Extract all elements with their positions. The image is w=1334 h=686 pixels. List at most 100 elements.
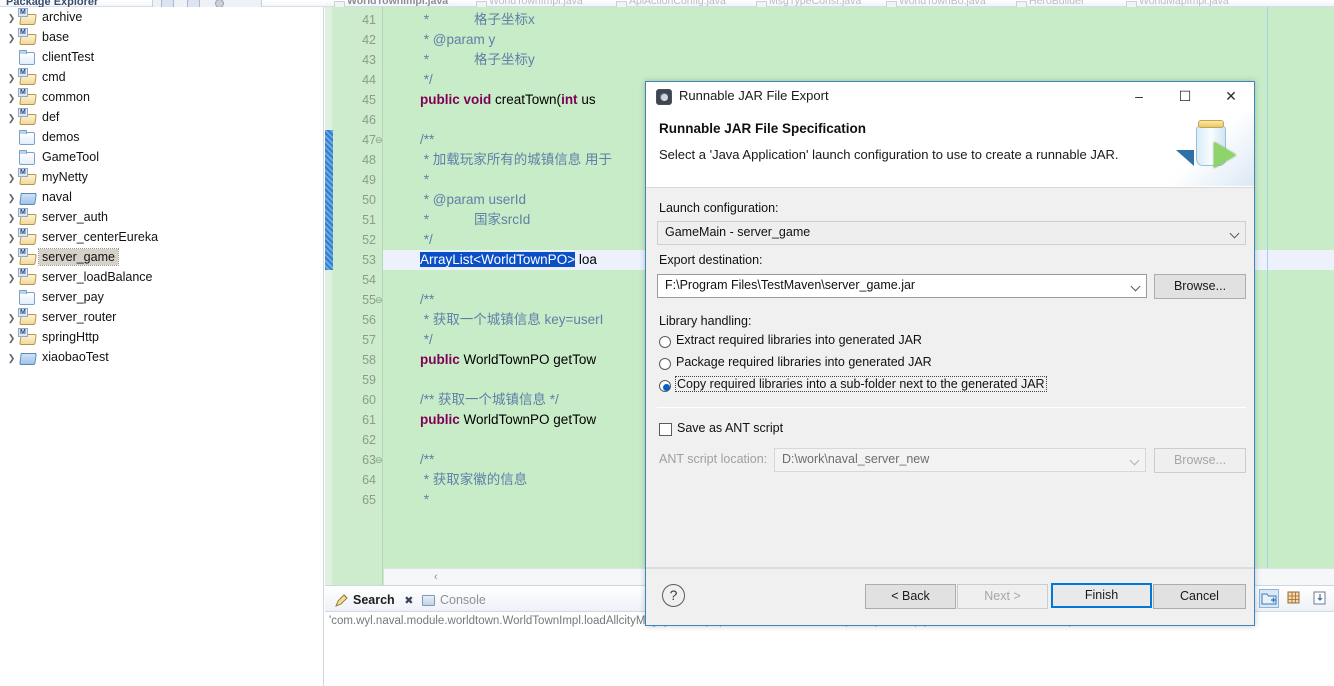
expand-arrow-icon[interactable]: ❯ [6,88,17,108]
banner-jar-lid [1198,120,1224,128]
package-explorer-tab-label[interactable]: Package Explorer [6,0,98,7]
editor-tab-0[interactable]: WorldTownImpl.java [333,0,448,7]
explorer-toolbar [152,0,262,7]
view-menu-icon[interactable] [215,0,224,7]
package-explorer-tree[interactable]: ❯ archive ❯ base clientTest ❯ cmd ❯ common ❯ def de… [0,7,324,686]
expand-arrow-icon[interactable]: ❯ [6,228,17,248]
tree-item-label: clientTest [42,50,95,64]
runnable-jar-export-dialog: Runnable JAR File Export – ☐ ✕ Runnable … [645,81,1255,626]
expand-arrow-icon[interactable]: ❯ [6,168,17,188]
tree-item-base[interactable]: ❯ base [0,27,323,47]
jar-export-icon [656,89,672,105]
tree-item-gametool[interactable]: GameTool [0,147,323,167]
back-button[interactable]: < Back [865,584,956,609]
tree-item-server-game[interactable]: ❯ server_game [0,247,323,267]
maven-project-icon [18,8,35,24]
dialog-titlebar[interactable]: Runnable JAR File Export – ☐ ✕ [646,82,1254,112]
editor-tab-6[interactable]: WorldMapImpl.java [1125,0,1229,7]
line-number: 42 [362,33,376,47]
tree-item-archive[interactable]: ❯ archive [0,7,323,27]
expand-arrow-icon[interactable]: ❯ [6,308,17,328]
line-number: 62 [362,433,376,447]
close-button[interactable]: ✕ [1208,82,1254,111]
tree-item-xiaobaotest[interactable]: ❯ xiaobaoTest [0,347,323,367]
line-number: 55 [362,293,376,307]
tree-item-label: server_auth [42,210,109,224]
tree-item-server-router[interactable]: ❯ server_router [0,307,323,327]
tree-item-server-pay[interactable]: server_pay [0,287,323,307]
ant-script-location-combo: D:\work\naval_server_new [774,448,1146,472]
editor-tab-1[interactable]: WorldTownImpl.java [475,0,583,7]
history-icon[interactable] [1310,589,1330,608]
ant-script-location-value: D:\work\naval_server_new [782,452,930,466]
folder-icon [18,50,35,65]
launch-configuration-value: GameMain - server_game [665,225,811,239]
pin-grid-icon[interactable] [1285,589,1305,608]
tree-item-label: base [42,30,70,44]
line-number: 58 [362,353,376,367]
expand-arrow-icon[interactable]: ❯ [6,248,17,268]
expand-arrow-icon[interactable]: ❯ [6,208,17,228]
fold-toggle-icon[interactable]: ⊖ [375,290,383,310]
chevron-down-icon [1229,228,1240,239]
collapse-all-icon[interactable] [161,0,174,7]
expand-arrow-icon[interactable]: ❯ [6,68,17,88]
dialog-heading: Runnable JAR File Specification [659,121,867,136]
tree-item-label: myNetty [42,170,88,184]
tree-item-springhttp[interactable]: ❯ springHttp [0,327,323,347]
tree-item-naval[interactable]: ❯ naval [0,187,323,207]
tab-console[interactable]: Console [420,590,486,610]
tab-search-close-icon[interactable]: ✖ [404,595,413,607]
fold-toggle-icon[interactable]: ⊖ [375,130,383,150]
editor-tab-5[interactable]: HeroBuilder [1015,0,1084,7]
tree-item-def[interactable]: ❯ def [0,107,323,127]
expand-arrow-icon[interactable]: ❯ [6,8,17,28]
tree-item-common[interactable]: ❯ common [0,87,323,107]
maven-project-icon [18,308,35,324]
tree-item-server-auth[interactable]: ❯ server_auth [0,207,323,227]
code-line-41: * 格子坐标x [390,12,535,27]
editor-tab-2[interactable]: ApiActionConfig.java [615,0,726,7]
line-number: 44 [362,73,376,87]
help-icon[interactable]: ? [662,584,685,607]
expand-arrow-icon[interactable]: ❯ [6,348,17,368]
tree-item-clienttest[interactable]: clientTest [0,47,323,67]
tree-item-server-centereureka[interactable]: ❯ server_centerEureka [0,227,323,247]
launch-configuration-combo[interactable]: GameMain - server_game [657,221,1246,245]
tab-search[interactable]: Search ✖ [333,590,413,610]
link-with-editor-icon[interactable] [187,0,200,7]
minimize-button[interactable]: – [1116,82,1162,111]
tree-item-server-loadbalance[interactable]: ❯ server_loadBalance [0,267,323,287]
maximize-button[interactable]: ☐ [1162,82,1208,111]
tree-item-demos[interactable]: demos [0,127,323,147]
tree-item-mynetty[interactable]: ❯ myNetty [0,167,323,187]
cancel-button[interactable]: Cancel [1153,584,1246,609]
editor-tab-4[interactable]: WorldTownBo.java [885,0,986,7]
line-number: 48 [362,153,376,167]
tree-item-label: springHttp [42,330,99,344]
expand-arrow-icon[interactable]: ❯ [6,188,17,208]
expand-arrow-icon[interactable]: ❯ [6,268,17,288]
top-tab-strip: Package Explorer WorldTownImpl.java Worl… [0,0,1334,7]
search-view-toolbar [1257,589,1330,609]
maven-project-icon [18,248,35,264]
line-number: 60 [362,393,376,407]
tree-item-label: archive [42,10,83,24]
maven-project-icon [18,168,35,184]
export-destination-browse-button[interactable]: Browse... [1154,274,1246,299]
fold-toggle-icon[interactable]: ⊖ [375,450,383,470]
editor-tab-3[interactable]: MsgTypeConst.java [755,0,861,7]
scroll-left-arrow[interactable]: ‹ [434,569,438,585]
tree-item-label: cmd [42,70,66,84]
tree-item-cmd[interactable]: ❯ cmd [0,67,323,87]
finish-button[interactable]: Finish [1051,583,1152,608]
radio-indicator [659,358,671,370]
line-number: 50 [362,193,376,207]
new-search-icon[interactable] [1259,589,1280,608]
expand-arrow-icon[interactable]: ❯ [6,108,17,128]
export-destination-combo[interactable]: F:\Program Files\TestMaven\server_game.j… [657,274,1147,298]
line-number: 59 [362,373,376,387]
expand-arrow-icon[interactable]: ❯ [6,28,17,48]
next-button: Next > [957,584,1048,609]
expand-arrow-icon[interactable]: ❯ [6,328,17,348]
